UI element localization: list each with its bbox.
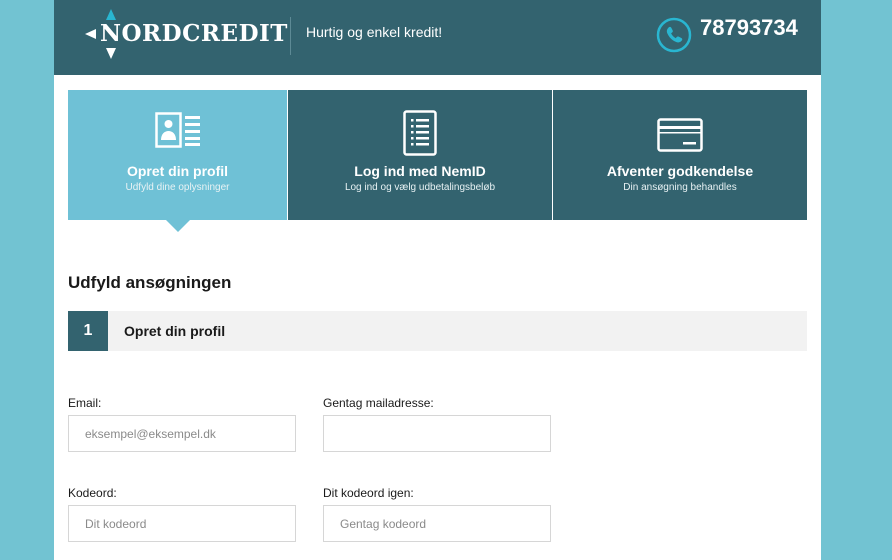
step-title: Afventer godkendelse xyxy=(606,163,754,179)
form-title: Udfyld ansøgningen xyxy=(68,273,232,292)
section-number: 1 xyxy=(68,311,108,351)
section-label: Opret din profil xyxy=(124,323,226,339)
active-step-arrow xyxy=(166,220,190,232)
document-list-icon xyxy=(403,110,437,156)
email-label: Email: xyxy=(68,396,102,410)
password-input[interactable] xyxy=(68,505,296,542)
section-header: 1 Opret din profil xyxy=(68,311,807,351)
header-tagline: Hurtig og enkel kredit! xyxy=(306,24,443,40)
phone-number[interactable]: 78793734 xyxy=(700,15,798,41)
site-header: NORDCREDIT Hurtig og enkel kredit! 78793… xyxy=(54,0,821,75)
application-steps: Opret din profil Udfyld dine oplysninger… xyxy=(68,90,807,232)
credit-card-icon xyxy=(657,118,703,152)
step-login-nemid[interactable]: Log ind med NemID Log ind og vælg udbeta… xyxy=(288,90,552,220)
header-divider xyxy=(290,17,291,55)
step-subtitle: Din ansøgning behandles xyxy=(623,182,737,193)
email-input[interactable] xyxy=(68,415,296,452)
password-label: Kodeord: xyxy=(68,486,117,500)
password-repeat-input[interactable] xyxy=(323,505,551,542)
step-title: Opret din profil xyxy=(126,163,229,179)
step-title: Log ind med NemID xyxy=(354,163,486,179)
step-subtitle: Udfyld dine oplysninger xyxy=(125,182,230,193)
email-repeat-label: Gentag mailadresse: xyxy=(323,396,434,410)
step-create-profile[interactable]: Opret din profil Udfyld dine oplysninger xyxy=(68,90,287,232)
page-container: NORDCREDIT Hurtig og enkel kredit! 78793… xyxy=(54,0,821,560)
step-await-approval[interactable]: Afventer godkendelse Din ansøgning behan… xyxy=(553,90,807,220)
phone-icon[interactable] xyxy=(656,17,692,53)
nordcredit-logo[interactable]: NORDCREDIT xyxy=(84,8,287,60)
email-repeat-input[interactable] xyxy=(323,415,551,452)
logo-text: NORDCREDIT xyxy=(100,20,288,47)
step-subtitle: Log ind og vælg udbetalingsbeløb xyxy=(344,182,496,193)
password-repeat-label: Dit kodeord igen: xyxy=(323,486,414,500)
profile-card-icon xyxy=(154,112,200,148)
